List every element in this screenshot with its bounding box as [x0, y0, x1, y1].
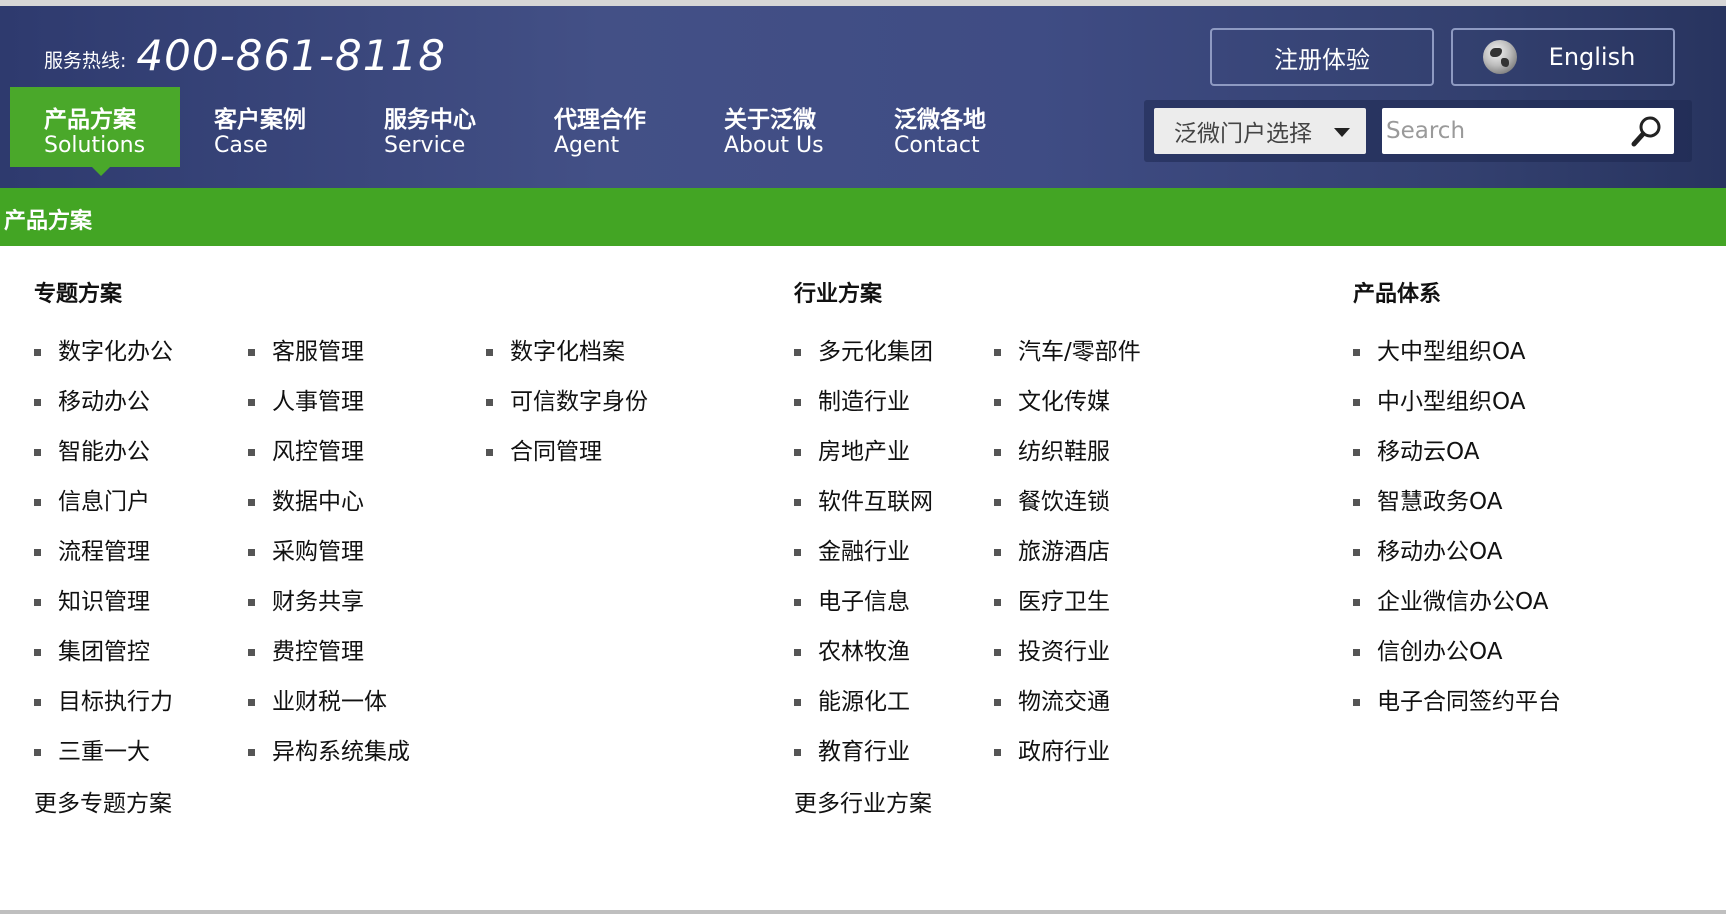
list-item[interactable]: 三重一大 [34, 732, 173, 782]
list-item[interactable]: 数字化办公 [34, 332, 173, 382]
list-item[interactable]: 财务共享 [248, 582, 410, 632]
nav-item-solutions[interactable]: 产品方案 Solutions [10, 87, 180, 176]
search-box [1382, 108, 1674, 154]
list-item[interactable]: 异构系统集成 [248, 732, 410, 782]
list-item[interactable]: 智慧政务OA [1353, 482, 1561, 532]
service-hotline: 服务热线: 400-861-8118 [44, 31, 446, 80]
nav-en-label: About Us [724, 133, 824, 158]
list-item[interactable]: 风控管理 [248, 432, 410, 482]
list-item[interactable]: 可信数字身份 [486, 382, 648, 432]
dropdown-title: 产品方案 [4, 209, 93, 234]
list-item[interactable]: 政府行业 [994, 732, 1141, 782]
portal-select[interactable]: 泛微门户选择 [1154, 108, 1366, 154]
industry-column-title: 行业方案 [794, 282, 883, 307]
nav-item-case[interactable]: 客户案例 Case [180, 87, 350, 167]
list-item[interactable]: 投资行业 [994, 632, 1141, 682]
list-item[interactable]: 流程管理 [34, 532, 173, 582]
english-label: English [1548, 43, 1636, 71]
nav-zh-label: 代理合作 [554, 107, 646, 133]
nav-zh-label: 产品方案 [44, 107, 136, 133]
nav-zh-label: 客户案例 [214, 107, 306, 133]
list-item[interactable]: 业财税一体 [248, 682, 410, 732]
list-item[interactable]: 信息门户 [34, 482, 173, 532]
search-area: 泛微门户选择 [1144, 100, 1692, 162]
list-item[interactable]: 采购管理 [248, 532, 410, 582]
english-language-button[interactable]: English [1451, 28, 1675, 86]
list-item[interactable]: 电子合同签约平台 [1353, 682, 1561, 732]
nav-item-about[interactable]: 关于泛微 About Us [690, 87, 860, 167]
bottom-divider [0, 910, 1726, 914]
list-item[interactable]: 数据中心 [248, 482, 410, 532]
main-nav: 产品方案 Solutions 客户案例 Case 服务中心 Service 代理… [10, 87, 1030, 176]
list-item[interactable]: 企业微信办公OA [1353, 582, 1561, 632]
dropdown-title-bar: 产品方案 [0, 188, 1726, 246]
list-item[interactable]: 人事管理 [248, 382, 410, 432]
products-list: 大中型组织OA 中小型组织OA 移动云OA 智慧政务OA 移动办公OA 企业微信… [1353, 332, 1561, 732]
globe-icon [1482, 40, 1517, 74]
register-trial-button[interactable]: 注册体验 [1210, 28, 1434, 86]
topics-column-title: 专题方案 [34, 282, 123, 307]
list-item[interactable]: 旅游酒店 [994, 532, 1141, 582]
caret-down-icon [1334, 128, 1350, 137]
list-item[interactable]: 智能办公 [34, 432, 173, 482]
nav-item-service[interactable]: 服务中心 Service [350, 87, 520, 167]
list-item[interactable]: 物流交通 [994, 682, 1141, 732]
nav-en-label: Contact [894, 133, 980, 158]
list-item[interactable]: 数字化档案 [486, 332, 648, 382]
list-item[interactable]: 制造行业 [794, 382, 933, 432]
list-item[interactable]: 电子信息 [794, 582, 933, 632]
list-item[interactable]: 纺织鞋服 [994, 432, 1141, 482]
nav-en-label: Service [384, 133, 466, 158]
list-item[interactable]: 中小型组织OA [1353, 382, 1561, 432]
industry-list-col2: 汽车/零部件 文化传媒 纺织鞋服 餐饮连锁 旅游酒店 医疗卫生 投资行业 物流交… [994, 332, 1141, 782]
list-item[interactable]: 大中型组织OA [1353, 332, 1561, 382]
list-item[interactable]: 移动办公 [34, 382, 173, 432]
list-item[interactable]: 农林牧渔 [794, 632, 933, 682]
nav-item-agent[interactable]: 代理合作 Agent [520, 87, 690, 167]
list-item[interactable]: 多元化集团 [794, 332, 933, 382]
nav-item-contact[interactable]: 泛微各地 Contact [860, 87, 1030, 167]
nav-en-label: Solutions [44, 133, 146, 158]
list-item[interactable]: 金融行业 [794, 532, 933, 582]
list-item[interactable]: 文化传媒 [994, 382, 1141, 432]
nav-en-label: Case [214, 133, 268, 158]
list-item[interactable]: 客服管理 [248, 332, 410, 382]
search-input[interactable] [1386, 115, 1616, 147]
list-item[interactable]: 汽车/零部件 [994, 332, 1141, 382]
nav-zh-label: 关于泛微 [724, 107, 816, 133]
list-item[interactable]: 集团管控 [34, 632, 173, 682]
list-item[interactable]: 信创办公OA [1353, 632, 1561, 682]
top-shadow [0, 0, 1726, 6]
portal-select-value: 泛微门户选择 [1174, 121, 1312, 147]
nav-en-label: Agent [554, 133, 620, 158]
list-item[interactable]: 能源化工 [794, 682, 933, 732]
search-icon[interactable] [1630, 114, 1664, 148]
list-item[interactable]: 目标执行力 [34, 682, 173, 732]
topics-list-col2: 客服管理 人事管理 风控管理 数据中心 采购管理 财务共享 费控管理 业财税一体… [248, 332, 410, 782]
list-item[interactable]: 餐饮连锁 [994, 482, 1141, 532]
list-item[interactable]: 移动云OA [1353, 432, 1561, 482]
list-item[interactable]: 知识管理 [34, 582, 173, 632]
list-item[interactable]: 教育行业 [794, 732, 933, 782]
hotline-label: 服务热线: [44, 50, 127, 72]
industry-list-col1: 多元化集团 制造行业 房地产业 软件互联网 金融行业 电子信息 农林牧渔 能源化… [794, 332, 933, 782]
topics-list-col3: 数字化档案 可信数字身份 合同管理 [486, 332, 648, 482]
top-header: 服务热线: 400-861-8118 产品方案 Solutions 客户案例 C… [0, 0, 1726, 188]
topics-list-col1: 数字化办公 移动办公 智能办公 信息门户 流程管理 知识管理 集团管控 目标执行… [34, 332, 173, 782]
list-item[interactable]: 医疗卫生 [994, 582, 1141, 632]
products-column-title: 产品体系 [1353, 282, 1442, 307]
more-industry-link[interactable]: 更多行业方案 [794, 784, 932, 818]
list-item[interactable]: 费控管理 [248, 632, 410, 682]
list-item[interactable]: 合同管理 [486, 432, 648, 482]
list-item[interactable]: 移动办公OA [1353, 532, 1561, 582]
nav-zh-label: 服务中心 [384, 107, 476, 133]
hotline-number: 400-861-8118 [136, 31, 446, 80]
nav-zh-label: 泛微各地 [894, 107, 986, 133]
list-item[interactable]: 房地产业 [794, 432, 933, 482]
list-item[interactable]: 软件互联网 [794, 482, 933, 532]
more-topics-link[interactable]: 更多专题方案 [34, 784, 172, 818]
